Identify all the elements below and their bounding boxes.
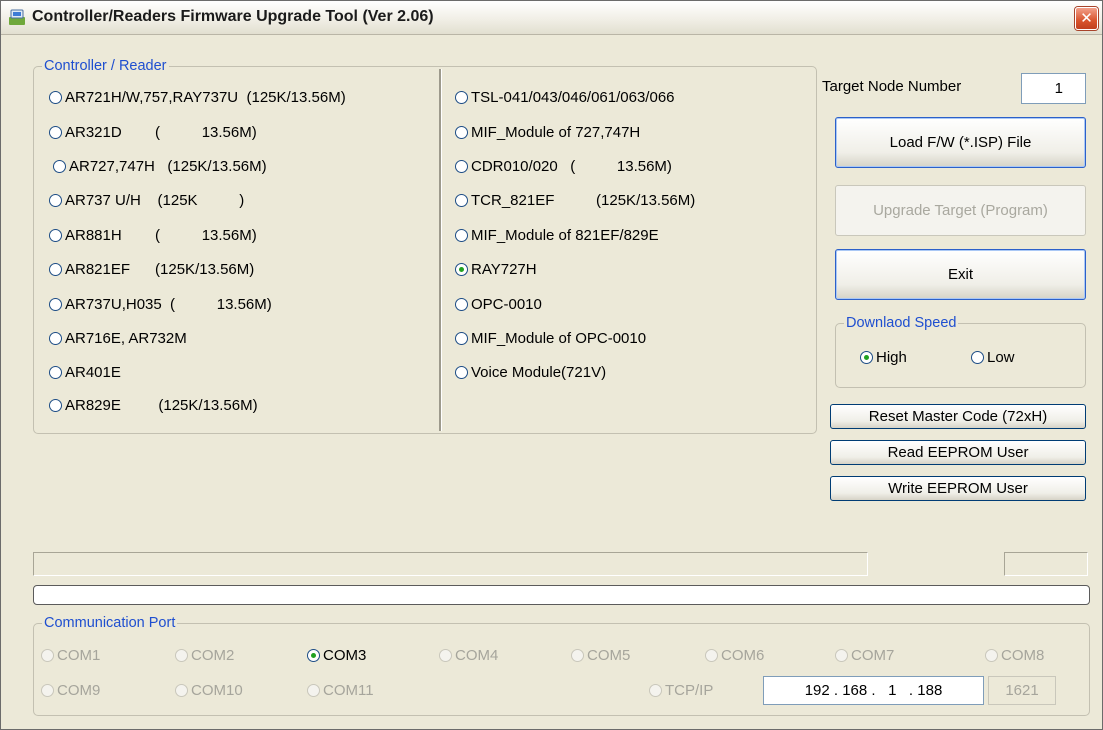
- radio-circle-icon: [455, 332, 468, 345]
- radio-circle-icon: [49, 126, 62, 139]
- radio-reader[interactable]: TSL-041/043/046/061/063/066: [455, 89, 675, 107]
- radio-circle-icon: [49, 263, 62, 276]
- read-eeprom-button[interactable]: Read EEPROM User: [830, 440, 1086, 465]
- radio-circle-icon: [649, 684, 662, 697]
- radio-com5[interactable]: COM5: [571, 647, 630, 665]
- radio-com11[interactable]: COM11: [307, 682, 374, 700]
- close-button[interactable]: ✕: [1075, 7, 1098, 30]
- radio-circle-icon: [49, 366, 62, 379]
- radio-reader[interactable]: Voice Module(721V): [455, 364, 606, 382]
- radio-circle-icon: [49, 91, 62, 104]
- radio-circle-icon: [571, 649, 584, 662]
- radio-com4[interactable]: COM4: [439, 647, 498, 665]
- radio-reader[interactable]: AR727,747H (125K/13.56M): [53, 158, 267, 176]
- radio-com2[interactable]: COM2: [175, 647, 234, 665]
- status-panel: [33, 552, 868, 576]
- radio-com8[interactable]: COM8: [985, 647, 1044, 665]
- controller-reader-legend: Controller / Reader: [44, 58, 167, 74]
- radio-speed-high[interactable]: High: [860, 349, 907, 367]
- radio-checked-icon: [860, 351, 873, 364]
- radio-tcpip[interactable]: TCP/IP: [649, 682, 713, 700]
- title-bar[interactable]: Controller/Readers Firmware Upgrade Tool…: [1, 1, 1102, 35]
- radio-reader[interactable]: TCR_821EF (125K/13.56M): [455, 192, 695, 210]
- radio-circle-icon: [455, 229, 468, 242]
- radio-circle-icon: [705, 649, 718, 662]
- radio-circle-icon: [53, 160, 66, 173]
- radio-circle-icon: [455, 91, 468, 104]
- radio-reader[interactable]: AR321D ( 13.56M): [49, 124, 257, 142]
- radio-circle-icon: [455, 160, 468, 173]
- target-node-label: Target Node Number: [822, 78, 962, 95]
- radio-com10[interactable]: COM10: [175, 682, 243, 700]
- radio-circle-icon: [455, 194, 468, 207]
- radio-reader[interactable]: AR721H/W,757,RAY737U (125K/13.56M): [49, 89, 346, 107]
- radio-reader[interactable]: MIF_Module of 727,747H: [455, 124, 640, 142]
- radio-circle-icon: [455, 298, 468, 311]
- app-window: Controller/Readers Firmware Upgrade Tool…: [0, 0, 1103, 730]
- controller-reader-group: Controller / Reader: [33, 58, 817, 434]
- exit-button[interactable]: Exit: [835, 249, 1086, 300]
- radio-com7[interactable]: COM7: [835, 647, 894, 665]
- reset-master-code-button[interactable]: Reset Master Code (72xH): [830, 404, 1086, 429]
- radio-reader[interactable]: MIF_Module of 821EF/829E: [455, 227, 659, 245]
- radio-reader[interactable]: AR401E: [49, 364, 121, 382]
- radio-reader[interactable]: MIF_Module of OPC-0010: [455, 330, 646, 348]
- radio-reader[interactable]: AR881H ( 13.56M): [49, 227, 257, 245]
- app-icon: [9, 9, 25, 25]
- radio-reader-selected[interactable]: RAY727H: [455, 261, 537, 279]
- radio-speed-low[interactable]: Low: [971, 349, 1015, 367]
- radio-circle-icon: [41, 684, 54, 697]
- radio-circle-icon: [971, 351, 984, 364]
- window-title: Controller/Readers Firmware Upgrade Tool…: [32, 8, 434, 25]
- target-node-input[interactable]: 1: [1021, 73, 1086, 104]
- tcp-port-input[interactable]: 1621: [988, 676, 1056, 705]
- radio-checked-icon: [307, 649, 320, 662]
- upgrade-target-button[interactable]: Upgrade Target (Program): [835, 185, 1086, 236]
- radio-com1[interactable]: COM1: [41, 647, 100, 665]
- radio-reader[interactable]: AR716E, AR732M: [49, 330, 187, 348]
- radio-com3[interactable]: COM3: [307, 647, 366, 665]
- radio-com9[interactable]: COM9: [41, 682, 100, 700]
- write-eeprom-button[interactable]: Write EEPROM User: [830, 476, 1086, 501]
- radio-circle-icon: [49, 298, 62, 311]
- radio-reader[interactable]: AR829E (125K/13.56M): [49, 397, 258, 415]
- radio-circle-icon: [455, 126, 468, 139]
- radio-reader[interactable]: AR737 U/H (125K ): [49, 192, 244, 210]
- radio-circle-icon: [49, 229, 62, 242]
- progress-bar: [33, 585, 1090, 605]
- radio-circle-icon: [455, 366, 468, 379]
- radio-com6[interactable]: COM6: [705, 647, 764, 665]
- radio-circle-icon: [985, 649, 998, 662]
- radio-circle-icon: [49, 332, 62, 345]
- communication-port-legend: Communication Port: [44, 615, 176, 631]
- radio-reader[interactable]: AR737U,H035 ( 13.56M): [49, 296, 272, 314]
- ip-address-input[interactable]: 192 . 168 . 1 . 188: [763, 676, 984, 705]
- group-divider: [439, 69, 442, 431]
- radio-checked-icon: [455, 263, 468, 276]
- radio-circle-icon: [439, 649, 452, 662]
- status-panel-small: [1004, 552, 1088, 576]
- radio-circle-icon: [175, 684, 188, 697]
- load-firmware-button[interactable]: Load F/W (*.ISP) File: [835, 117, 1086, 168]
- radio-circle-icon: [49, 399, 62, 412]
- radio-circle-icon: [41, 649, 54, 662]
- radio-reader[interactable]: CDR010/020 ( 13.56M): [455, 158, 672, 176]
- radio-circle-icon: [835, 649, 848, 662]
- radio-circle-icon: [175, 649, 188, 662]
- radio-reader[interactable]: OPC-0010: [455, 296, 542, 314]
- download-speed-legend: Downlaod Speed: [846, 315, 957, 331]
- radio-circle-icon: [49, 194, 62, 207]
- radio-circle-icon: [307, 684, 320, 697]
- radio-reader[interactable]: AR821EF (125K/13.56M): [49, 261, 254, 279]
